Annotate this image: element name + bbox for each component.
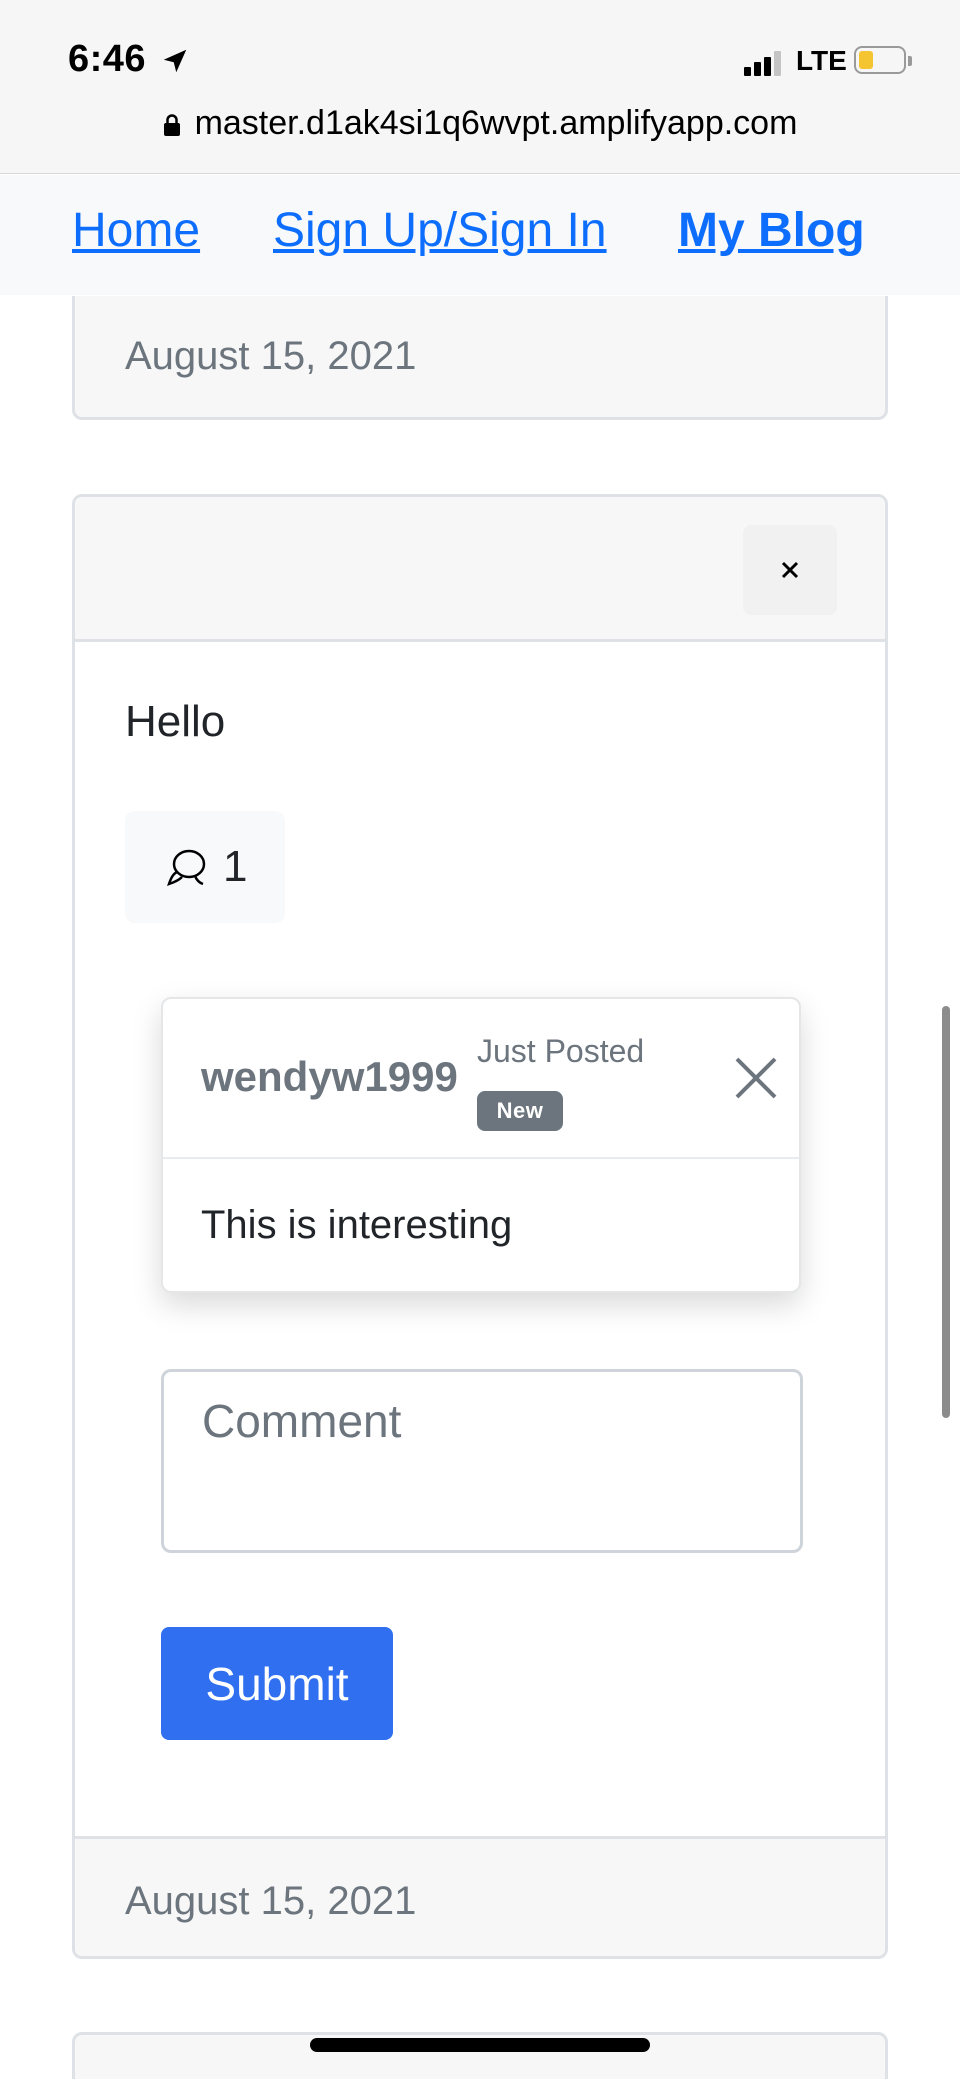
delete-post-button[interactable]: [743, 525, 837, 615]
post-date: August 15, 2021: [125, 1879, 417, 1923]
chat-bubbles-icon: [167, 849, 206, 886]
comment-input[interactable]: [161, 1369, 803, 1553]
post-date: August 15, 2021: [125, 334, 417, 378]
post-card: Hello 1 wendyw1999 Just Posted New This …: [72, 494, 888, 1959]
previous-post-card-footer: August 15, 2021: [72, 296, 888, 420]
battery-icon: [854, 46, 912, 74]
network-type: LTE: [796, 45, 847, 76]
nav-home-link[interactable]: Home: [72, 203, 200, 258]
cellular-signal-icon: [744, 50, 784, 76]
comment-count-value: 1: [223, 842, 248, 891]
lock-icon: [163, 114, 180, 136]
status-time: 6:46: [68, 38, 147, 80]
new-badge: New: [477, 1091, 563, 1131]
browser-chrome: 6:46 LTE master.d1ak4si1q6wvpt.amplifyap…: [0, 0, 960, 174]
site-navbar: Home Sign Up/Sign In My Blog: [0, 175, 960, 295]
close-icon: [781, 561, 799, 579]
url-text: master.d1ak4si1q6wvpt.amplifyapp.com: [194, 104, 798, 142]
post-card-footer: August 15, 2021: [75, 1836, 885, 1956]
comment-toast: wendyw1999 Just Posted New This is inter…: [161, 997, 801, 1293]
comment-header: wendyw1999 Just Posted New: [163, 999, 799, 1159]
url-bar[interactable]: master.d1ak4si1q6wvpt.amplifyapp.com: [0, 104, 960, 143]
comment-body: This is interesting: [201, 1203, 513, 1247]
close-comment-icon[interactable]: [731, 1053, 781, 1103]
submit-comment-button[interactable]: Submit: [161, 1627, 393, 1740]
location-arrow-icon: [163, 49, 187, 73]
post-body-text: Hello: [125, 697, 226, 746]
comment-posted-time: Just Posted: [477, 1033, 645, 1069]
comment-username: wendyw1999: [201, 1053, 458, 1100]
page-scrollbar[interactable]: [942, 1006, 950, 1418]
post-card-header: [75, 497, 885, 642]
comments-toggle-button[interactable]: 1: [125, 811, 285, 923]
nav-signin-link[interactable]: Sign Up/Sign In: [273, 203, 607, 258]
nav-my-blog-link[interactable]: My Blog: [678, 203, 865, 258]
home-indicator[interactable]: [310, 2038, 650, 2052]
